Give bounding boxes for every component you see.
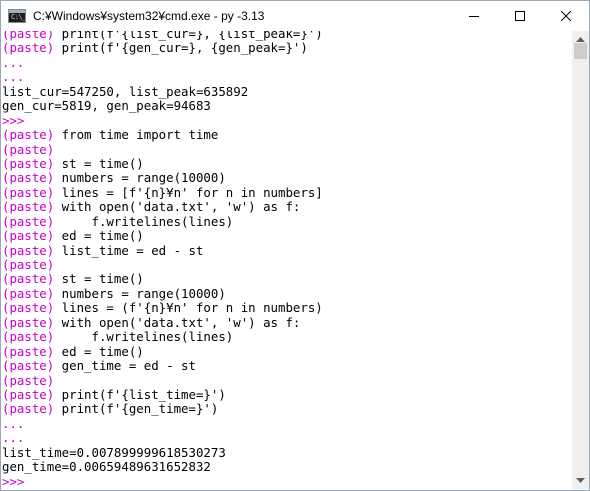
console-line: (paste) gen_time = ed - st <box>2 358 323 374</box>
console-line-text: lines = (f'{n}¥n' for n in numbers) <box>54 300 323 316</box>
console-line-text: list_time=0.007899999618530273 <box>2 444 226 460</box>
console-line-text: f.writelines(lines) <box>54 213 234 229</box>
console-prompt: (paste) <box>2 329 55 345</box>
console-line: (paste) numbers = range(10000) <box>2 171 323 185</box>
console-lines: (paste) print(f'{list_cur=}, {list_peak=… <box>2 31 323 489</box>
console-line: (paste) numbers = range(10000) <box>2 285 323 301</box>
console-prompt: >>> <box>2 112 25 128</box>
window-controls <box>451 1 589 31</box>
console-prompt: (paste) <box>2 271 55 287</box>
console-line: list_cur=547250, list_peak=635892 <box>2 83 323 99</box>
console-prompt: ... <box>2 69 25 85</box>
console-line: (paste) print(f'{list_time=}') <box>2 386 323 402</box>
console-line: (paste) lines = (f'{n}¥n' for n in numbe… <box>2 301 323 315</box>
console-line: list_time=0.007899999618530273 <box>2 444 323 460</box>
maximize-icon <box>515 11 525 21</box>
console-prompt: (paste) <box>2 228 55 244</box>
vertical-scrollbar[interactable] <box>572 31 589 489</box>
console-line: ... <box>2 54 323 70</box>
console-prompt: (paste) <box>2 372 55 388</box>
title-bar[interactable]: C:\_ C:¥Windows¥system32¥cmd.exe - py -3… <box>1 1 589 31</box>
console-prompt: ... <box>2 54 25 70</box>
scroll-down-arrow-icon <box>576 478 585 483</box>
console-prompt: (paste) <box>2 199 55 215</box>
scroll-down-button[interactable] <box>572 472 589 489</box>
console-line-text: f.writelines(lines) <box>54 329 234 345</box>
console-line: ... <box>2 415 323 431</box>
console-line: (paste) print(f'{gen_time=}') <box>2 402 323 416</box>
console-prompt: (paste) <box>2 170 55 186</box>
console-line: (paste) lines = [f'{n}¥n' for n in numbe… <box>2 184 323 200</box>
console-line-text: print(f'{gen_cur=}, {gen_peak=}') <box>54 40 308 56</box>
console-line: >>> <box>2 112 323 128</box>
console-line-text: gen_time = ed - st <box>54 358 196 374</box>
console-line-text: with open('data.txt', 'w') as f: <box>54 314 301 330</box>
console-line-text: numbers = range(10000) <box>54 170 226 186</box>
cmd-app-icon-text: C:\_ <box>11 13 26 21</box>
console-line-text: st = time() <box>54 271 144 287</box>
console-line-text: list_time = ed - st <box>54 242 204 258</box>
console-line: (paste) print(f'{gen_cur=}, {gen_peak=}'… <box>2 41 323 55</box>
console-prompt: (paste) <box>2 300 55 316</box>
console-prompt: (paste) <box>2 257 55 272</box>
console-prompt: (paste) <box>2 314 55 330</box>
console-prompt: (paste) <box>2 141 55 157</box>
console-line-text: ed = time() <box>54 228 144 244</box>
console-line: gen_time=0.00659489631652832 <box>2 459 323 475</box>
console-prompt: (paste) <box>2 358 55 374</box>
console-line: (paste) <box>2 257 323 272</box>
console-line: (paste) with open('data.txt', 'w') as f: <box>2 314 323 330</box>
console-line-text: numbers = range(10000) <box>54 285 226 301</box>
console-line: (paste) list_time = ed - st <box>2 242 323 258</box>
console-prompt: >>> <box>2 473 25 489</box>
console-prompt: (paste) <box>2 343 55 359</box>
console-line-text: gen_time=0.00659489631652832 <box>2 459 211 475</box>
console-line: (paste) from time import time <box>2 127 323 143</box>
console-line-text: ed = time() <box>54 343 144 359</box>
console-line-text: lines = [f'{n}¥n' for n in numbers] <box>54 184 323 200</box>
close-icon <box>561 11 571 21</box>
console-line: ... <box>2 70 323 84</box>
console-line: (paste) with open('data.txt', 'w') as f: <box>2 200 323 214</box>
console-prompt: (paste) <box>2 155 55 171</box>
console-line: ... <box>2 431 323 445</box>
console-line-text: print(f'{gen_time=}') <box>54 401 219 417</box>
console-prompt: ... <box>2 415 25 431</box>
close-button[interactable] <box>543 1 589 31</box>
console-line: (paste) ed = time() <box>2 228 323 244</box>
console-prompt: (paste) <box>2 242 55 258</box>
console-prompt: (paste) <box>2 213 55 229</box>
console-prompt: (paste) <box>2 401 55 417</box>
console-window: C:\_ C:¥Windows¥system32¥cmd.exe - py -3… <box>0 0 590 491</box>
console-line: gen_cur=5819, gen_peak=94683 <box>2 98 323 114</box>
console-prompt: (paste) <box>2 285 55 301</box>
console-line-text: st = time() <box>54 155 144 171</box>
console-line: (paste) f.writelines(lines) <box>2 213 323 229</box>
console-line: (paste) st = time() <box>2 272 323 286</box>
console-line-text: gen_cur=5819, gen_peak=94683 <box>2 98 211 114</box>
window-title: C:¥Windows¥system32¥cmd.exe - py -3.13 <box>33 9 265 23</box>
console-line: (paste) f.writelines(lines) <box>2 329 323 345</box>
console-line-text: print(f'{list_time=}') <box>54 386 226 402</box>
console-line: (paste) <box>2 141 323 157</box>
console-output[interactable]: (paste) print(f'{list_cur=}, {list_peak=… <box>1 31 573 489</box>
minimize-button[interactable] <box>451 1 497 31</box>
console-line: (paste) ed = time() <box>2 343 323 359</box>
scroll-up-arrow-icon <box>576 37 585 42</box>
console-prompt: (paste) <box>2 127 55 143</box>
console-prompt: ... <box>2 430 25 446</box>
console-prompt: (paste) <box>2 386 55 402</box>
scrollbar-thumb[interactable] <box>574 43 587 59</box>
console-line: >>> <box>2 473 323 489</box>
console-line-text: with open('data.txt', 'w') as f: <box>54 199 301 215</box>
console-line: (paste) <box>2 372 323 388</box>
cmd-app-icon[interactable]: C:\_ <box>8 9 26 23</box>
minimize-icon <box>469 16 479 17</box>
console-line-text: from time import time <box>54 127 219 143</box>
console-prompt: (paste) <box>2 40 55 56</box>
maximize-button[interactable] <box>497 1 543 31</box>
console-line: (paste) st = time() <box>2 155 323 171</box>
console-prompt: (paste) <box>2 184 55 200</box>
console-line-text: list_cur=547250, list_peak=635892 <box>2 83 249 99</box>
